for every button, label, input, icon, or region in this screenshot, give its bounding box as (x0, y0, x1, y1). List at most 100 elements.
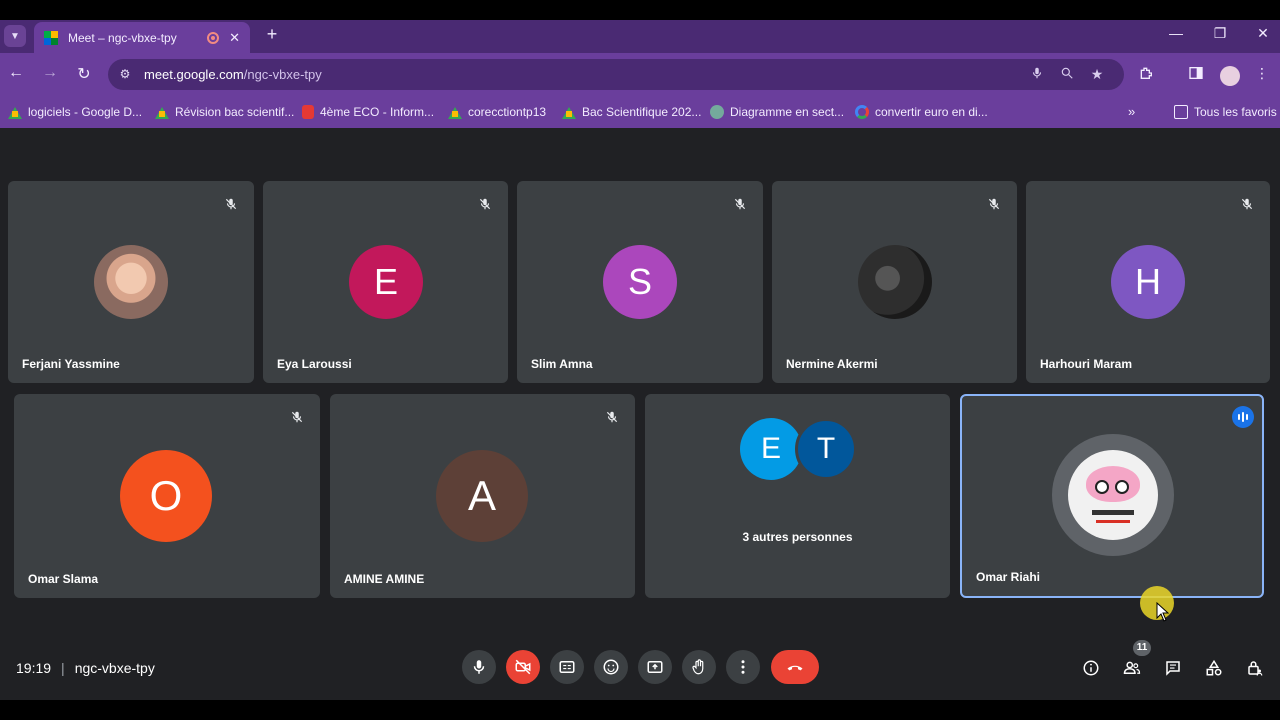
active-speaker-tile[interactable]: Omar Riahi (960, 394, 1264, 598)
participant-photo (858, 245, 932, 319)
tab-close-icon[interactable]: ✕ (229, 30, 240, 46)
address-bar[interactable]: ⚙ meet.google.com/ngc-vbxe-tpy ★ (108, 59, 1124, 90)
site-info-icon[interactable]: ⚙ (118, 67, 132, 81)
participant-avatar-ring (1052, 434, 1174, 556)
emoji-icon (603, 659, 619, 675)
participant-tile[interactable]: Nermine Akermi (772, 181, 1017, 383)
participant-name: Ferjani Yassmine (22, 357, 120, 371)
browser-chrome: ▼ Meet – ngc-vbxe-tpy ✕ + — ❐ ✕ ← → ↻ ⚙ … (0, 0, 1280, 128)
zoom-icon[interactable] (1058, 66, 1076, 83)
muted-mic-icon (729, 193, 751, 215)
tab-meet[interactable]: Meet – ngc-vbxe-tpy ✕ (34, 22, 250, 53)
participant-tile[interactable]: E Eya Laroussi (263, 181, 508, 383)
participant-name: Nermine Akermi (786, 357, 878, 371)
present-screen-button[interactable] (638, 650, 672, 684)
close-window-button[interactable]: ✕ (1253, 25, 1273, 42)
people-icon (1123, 661, 1141, 674)
folder-icon (1174, 105, 1188, 119)
bookmark-item[interactable]: Révision bac scientif... (155, 103, 294, 121)
participant-avatar: E (349, 245, 423, 319)
bookmarks-overflow-icon[interactable]: » (1128, 104, 1135, 119)
participant-tile[interactable]: O Omar Slama (14, 394, 320, 598)
pdf-icon (302, 105, 314, 119)
participant-name: Omar Slama (28, 572, 99, 586)
chatgpt-icon (710, 105, 724, 119)
participant-avatar: H (1111, 245, 1185, 319)
drive-icon (8, 105, 22, 119)
bookmark-item[interactable]: 4ème ECO - Inform... (302, 103, 434, 121)
muted-mic-icon (474, 193, 496, 215)
restore-button[interactable]: ❐ (1210, 25, 1230, 42)
minimize-button[interactable]: — (1166, 25, 1186, 41)
more-options-button[interactable] (726, 650, 760, 684)
meeting-code[interactable]: ngc-vbxe-tpy (75, 660, 155, 676)
captions-button[interactable] (550, 650, 584, 684)
participant-name: Eya Laroussi (277, 357, 352, 371)
participant-count-badge: 11 (1133, 640, 1151, 656)
participant-photo (94, 245, 168, 319)
bookmark-item[interactable]: Bac Scientifique 202... (562, 103, 701, 121)
info-icon (1083, 660, 1099, 676)
reload-button[interactable]: ↻ (74, 64, 94, 84)
muted-mic-icon (601, 406, 623, 428)
present-icon (647, 661, 663, 673)
bookmark-star-icon[interactable]: ★ (1088, 66, 1106, 83)
raise-hand-button[interactable] (682, 650, 716, 684)
mouse-cursor-icon (1156, 602, 1170, 622)
lock-person-icon (1248, 661, 1263, 676)
others-tile[interactable]: E T 3 autres personnes (645, 394, 950, 598)
mic-icon (473, 660, 485, 674)
screen-bottom-border (0, 700, 1280, 720)
browser-menu-icon[interactable]: ⋮ (1252, 65, 1272, 82)
participant-name: Omar Riahi (976, 570, 1041, 584)
bookmark-item[interactable]: corecctiontp13 (448, 103, 546, 121)
drive-icon (448, 105, 462, 119)
bookmarks-bar: logiciels - Google D... Révision bac sci… (0, 96, 1280, 128)
profile-avatar[interactable] (1220, 66, 1240, 86)
participant-tile[interactable]: S Slim Amna (517, 181, 763, 383)
bookmark-item[interactable]: convertir euro en di... (855, 103, 988, 121)
participant-tile[interactable]: A AMINE AMINE (330, 394, 635, 598)
people-button[interactable] (1120, 656, 1144, 680)
muted-mic-icon (220, 193, 242, 215)
extensions-icon[interactable] (1136, 65, 1156, 84)
meet-stage: Ferjani Yassmine E Eya Laroussi S Slim A… (0, 128, 1280, 700)
meeting-details-button[interactable] (1079, 656, 1103, 680)
hang-up-icon (787, 665, 803, 671)
side-panel-icon[interactable] (1186, 65, 1206, 84)
meet-favicon-icon (44, 30, 58, 45)
participant-tile[interactable]: H Harhouri Maram (1026, 181, 1270, 383)
recording-indicator-icon (207, 31, 220, 44)
others-avatar: T (795, 418, 857, 480)
meeting-time: 19:19 (16, 660, 52, 676)
all-bookmarks-folder[interactable]: Tous les favoris (1174, 103, 1277, 121)
new-tab-button[interactable]: + (262, 24, 282, 45)
participant-avatar: O (120, 450, 212, 542)
chat-button[interactable] (1161, 656, 1185, 680)
back-button[interactable]: ← (6, 64, 26, 82)
reactions-button[interactable] (594, 650, 628, 684)
activities-button[interactable] (1202, 656, 1226, 680)
bookmark-item[interactable]: logiciels - Google D... (8, 103, 142, 121)
microphone-icon[interactable] (1028, 66, 1046, 83)
camera-off-button[interactable] (506, 650, 540, 684)
activities-icon (1206, 659, 1222, 676)
muted-mic-icon (1236, 193, 1258, 215)
captions-icon (559, 661, 575, 673)
others-count-label: 3 autres personnes (742, 530, 853, 544)
hand-icon (692, 659, 704, 675)
camera-off-icon (515, 659, 531, 675)
host-controls-button[interactable] (1243, 656, 1267, 680)
muted-mic-icon (286, 406, 308, 428)
more-vert-icon (741, 660, 745, 674)
bookmark-item[interactable]: Diagramme en sect... (710, 103, 844, 121)
forward-button[interactable]: → (40, 64, 60, 82)
leave-call-button[interactable] (771, 650, 819, 684)
microphone-button[interactable] (462, 650, 496, 684)
tab-search-button[interactable]: ▼ (4, 25, 26, 47)
participant-tile[interactable]: Ferjani Yassmine (8, 181, 254, 383)
muted-mic-icon (983, 193, 1005, 215)
participant-name: Harhouri Maram (1040, 357, 1133, 371)
participant-logo (1068, 450, 1158, 540)
tab-strip: ▼ Meet – ngc-vbxe-tpy ✕ + — ❐ ✕ (0, 20, 1280, 53)
